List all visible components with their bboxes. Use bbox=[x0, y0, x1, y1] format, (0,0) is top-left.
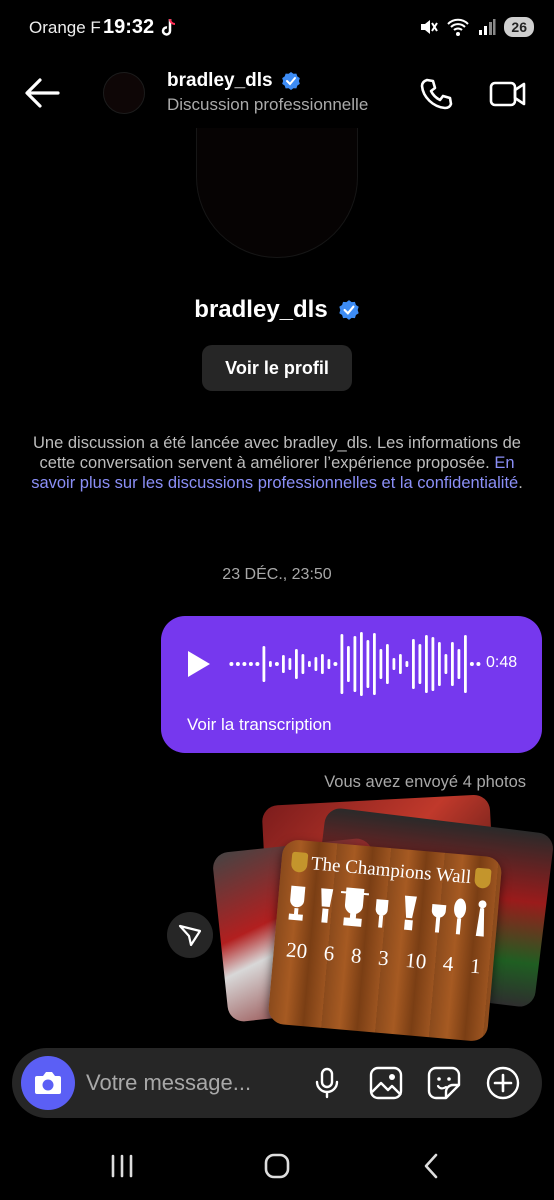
message-timestamp: 23 DÉC., 23:50 bbox=[222, 566, 332, 583]
trophies-row bbox=[288, 885, 487, 937]
waveform-bar bbox=[392, 658, 396, 670]
home-icon[interactable] bbox=[257, 1150, 297, 1182]
waveform-bar bbox=[347, 646, 350, 682]
microphone-icon[interactable] bbox=[309, 1065, 345, 1101]
waveform-bar bbox=[308, 661, 311, 667]
send-forward-icon bbox=[178, 924, 202, 947]
waveform-bar bbox=[444, 654, 448, 674]
waveform-bar bbox=[274, 662, 279, 666]
waveform-bar bbox=[288, 658, 292, 670]
waveform-bar bbox=[340, 634, 344, 694]
profile-picture[interactable] bbox=[196, 128, 358, 258]
play-icon[interactable] bbox=[183, 648, 213, 680]
champions-wall-photo[interactable]: The Champions Wall 20 6 8 3 10 4 1 bbox=[267, 838, 503, 1043]
waveform-bar bbox=[451, 642, 454, 686]
carrier-name: Orange F bbox=[29, 18, 101, 37]
waveform-bar bbox=[476, 662, 481, 666]
message-composer bbox=[12, 1048, 542, 1118]
sticker-icon[interactable] bbox=[426, 1065, 462, 1101]
waveform-bar bbox=[301, 654, 305, 674]
waveform-bar bbox=[366, 640, 370, 688]
waveform-bar bbox=[353, 636, 357, 692]
waveform-bar bbox=[333, 662, 338, 666]
wifi-icon bbox=[447, 18, 470, 36]
waveform-bar bbox=[405, 661, 409, 667]
trophy-count: 3 bbox=[377, 945, 390, 971]
waveform-bar bbox=[269, 661, 272, 667]
waveform-bar bbox=[248, 662, 253, 666]
audio-waveform[interactable] bbox=[227, 630, 487, 698]
waveform-bar bbox=[321, 654, 324, 674]
view-transcript-link[interactable]: Voir la transcription bbox=[187, 715, 332, 735]
status-bar: Orange F 19:32 26 bbox=[0, 0, 554, 58]
waveform-bar bbox=[229, 662, 234, 666]
waveform-bar bbox=[399, 654, 402, 674]
back-arrow-icon[interactable] bbox=[22, 75, 62, 111]
photo-stack[interactable]: The Champions Wall 20 6 8 3 10 4 1 bbox=[211, 794, 554, 1043]
nav-back-icon[interactable] bbox=[412, 1150, 452, 1182]
disclaimer-text: Une discussion a été lancée avec bradley… bbox=[33, 434, 521, 472]
trophy-count: 4 bbox=[441, 951, 455, 977]
tiktok-notification-icon bbox=[161, 18, 176, 36]
trophy-count: 6 bbox=[322, 940, 336, 966]
waveform-bar bbox=[262, 646, 266, 682]
waveform-bar bbox=[438, 642, 441, 686]
waveform-bar bbox=[282, 655, 285, 673]
photos-sent-label: Vous avez envoyé 4 photos bbox=[324, 773, 526, 791]
disclaimer-period: . bbox=[518, 474, 523, 492]
clock: 19:32 bbox=[103, 16, 155, 38]
waveform-bar bbox=[412, 639, 415, 689]
verified-badge-icon bbox=[281, 72, 300, 90]
waveform-bar bbox=[469, 662, 474, 666]
waveform-bar bbox=[360, 632, 363, 696]
system-navigation-bar bbox=[0, 1130, 554, 1200]
message-input[interactable] bbox=[86, 1062, 306, 1104]
profile-username-text: bradley_dls bbox=[194, 296, 328, 323]
gallery-icon[interactable] bbox=[368, 1065, 404, 1101]
trophy-count: 20 bbox=[285, 937, 309, 964]
camera-icon bbox=[35, 1072, 61, 1094]
waveform-bar bbox=[295, 649, 298, 679]
waveform-bar bbox=[314, 657, 318, 671]
waveform-bar bbox=[425, 635, 428, 693]
view-profile-button[interactable]: Voir le profil bbox=[202, 345, 352, 391]
plus-icon[interactable] bbox=[485, 1065, 521, 1101]
waveform-bar bbox=[235, 662, 240, 666]
header-username-text: bradley_dls bbox=[167, 70, 273, 91]
avatar[interactable] bbox=[103, 72, 145, 114]
phone-icon[interactable] bbox=[418, 76, 456, 112]
signal-icon bbox=[479, 19, 496, 35]
waveform-bar bbox=[386, 644, 389, 684]
waveform-bar bbox=[255, 662, 260, 666]
battery-level: 26 bbox=[504, 17, 534, 37]
waveform-bar bbox=[379, 649, 383, 679]
waveform-bar bbox=[327, 659, 331, 669]
video-camera-icon[interactable] bbox=[488, 76, 528, 112]
header-subtitle: Discussion professionnelle bbox=[167, 95, 369, 114]
trophy-counts: 20 6 8 3 10 4 1 bbox=[277, 937, 490, 980]
waveform-bar bbox=[373, 633, 376, 695]
chat-header: bradley_dls Discussion professionnelle bbox=[0, 58, 554, 130]
forward-button[interactable] bbox=[167, 912, 213, 958]
trophy-count: 8 bbox=[350, 943, 363, 968]
voice-duration: 0:48 bbox=[486, 654, 518, 671]
waveform-bar bbox=[464, 635, 467, 693]
mute-icon bbox=[421, 20, 439, 34]
waveform-bar bbox=[457, 649, 461, 679]
waveform-bar bbox=[242, 662, 247, 666]
waveform-bar bbox=[418, 644, 422, 684]
voice-message-bubble[interactable]: 0:48 Voir la transcription bbox=[161, 616, 542, 753]
trophy-count: 10 bbox=[404, 947, 428, 974]
camera-button[interactable] bbox=[21, 1056, 75, 1110]
recents-icon[interactable] bbox=[102, 1150, 142, 1182]
business-chat-disclaimer: Une discussion a été lancée avec bradley… bbox=[20, 433, 534, 493]
verified-badge-icon bbox=[339, 300, 359, 320]
trophy-count: 1 bbox=[469, 953, 482, 979]
profile-username: bradley_dls bbox=[0, 296, 554, 324]
header-username[interactable]: bradley_dls bbox=[167, 70, 301, 92]
waveform-bar bbox=[431, 637, 435, 691]
